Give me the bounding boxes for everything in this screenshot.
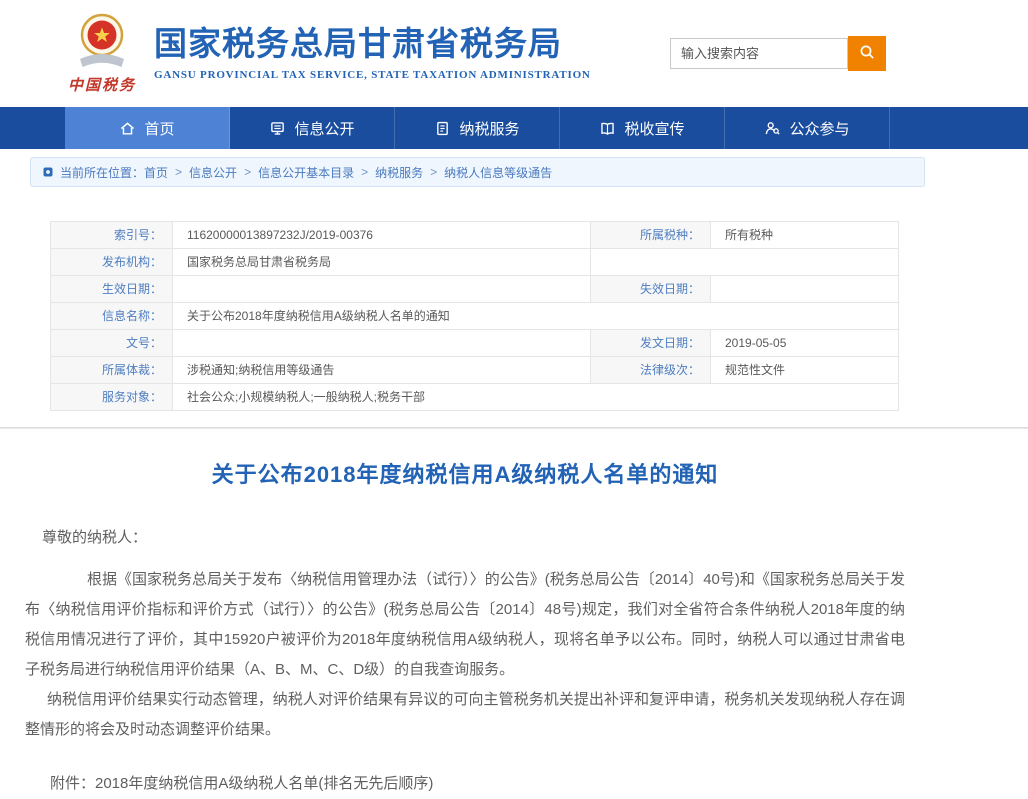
article-salutation: 尊敬的纳税人：	[25, 523, 905, 553]
meta-value-legal-level: 规范性文件	[711, 357, 899, 384]
breadcrumb-item-info-disclosure[interactable]: 信息公开	[189, 164, 237, 181]
nav-item-label: 税收宣传	[624, 118, 684, 139]
meta-value-index-number: 11620000013897232J/2019-00376	[173, 222, 591, 249]
home-icon	[119, 120, 136, 137]
meta-value-issuing-agency: 国家税务总局甘肃省税务局	[173, 249, 591, 276]
tax-service-icon	[434, 120, 451, 137]
meta-value-genre: 涉税通知;纳税信用等级通告	[173, 357, 591, 384]
meta-value-issue-date: 2019-05-05	[711, 330, 899, 357]
meta-label-genre: 所属体裁：	[51, 357, 173, 384]
breadcrumb: 当前所在位置： 首页 > 信息公开 > 信息公开基本目录 > 纳税服务 > 纳税…	[30, 157, 925, 187]
breadcrumb-wrap: 当前所在位置： 首页 > 信息公开 > 信息公开基本目录 > 纳税服务 > 纳税…	[0, 149, 1028, 187]
breadcrumb-prefix: 当前所在位置：	[60, 164, 144, 181]
meta-value-document-number	[173, 330, 591, 357]
meta-value-effective-date	[173, 276, 591, 303]
meta-label-expiry-date: 失效日期：	[591, 276, 711, 303]
info-disclosure-icon	[269, 120, 286, 137]
breadcrumb-separator: >	[430, 165, 437, 179]
meta-label-legal-level: 法律级次：	[591, 357, 711, 384]
site-subtitle: GANSU PROVINCIAL TAX SERVICE, STATE TAXA…	[154, 69, 591, 81]
nav-item-tax-service[interactable]: 纳税服务	[395, 107, 560, 149]
meta-value-tax-category: 所有税种	[711, 222, 899, 249]
breadcrumb-item-credit-notice[interactable]: 纳税人信息等级通告	[444, 164, 552, 181]
meta-label-document-number: 文号：	[51, 330, 173, 357]
nav-item-public-participation[interactable]: 公众参与	[725, 107, 890, 149]
meta-value-expiry-date	[711, 276, 899, 303]
meta-value-info-title: 关于公布2018年度纳税信用A级纳税人名单的通知	[173, 303, 899, 330]
meta-label-info-title: 信息名称：	[51, 303, 173, 330]
nav-item-label: 首页	[144, 118, 174, 139]
site-logo[interactable]: 中国税务	[60, 13, 144, 95]
article-paragraph: 纳税信用评价结果实行动态管理，纳税人对评价结果有异议的可向主管税务机关提出补评和…	[25, 685, 905, 745]
search-bar	[670, 36, 886, 71]
section-divider	[0, 427, 1028, 429]
breadcrumb-separator: >	[175, 165, 182, 179]
nav-item-tax-publicity[interactable]: 税收宣传	[560, 107, 725, 149]
logo-caption: 中国税务	[60, 74, 144, 95]
meta-label-effective-date: 生效日期：	[51, 276, 173, 303]
attachment-line: 附件：2018年度纳税信用A级纳税人名单(排名无先后顺序)	[25, 769, 905, 799]
nav-item-label: 纳税服务	[459, 118, 519, 139]
breadcrumb-item-tax-service[interactable]: 纳税服务	[375, 164, 423, 181]
public-participation-icon	[764, 120, 781, 137]
tax-emblem-icon	[66, 58, 138, 75]
meta-value-service-audience: 社会公众;小规模纳税人;一般纳税人;税务干部	[173, 384, 899, 411]
site-title: 国家税务总局甘肃省税务局	[154, 26, 591, 62]
meta-label-tax-category: 所属税种：	[591, 222, 711, 249]
empty-cell	[591, 249, 899, 276]
nav-spacer	[0, 107, 65, 149]
search-icon	[859, 44, 876, 64]
breadcrumb-separator: >	[361, 165, 368, 179]
site-titles: 国家税务总局甘肃省税务局 GANSU PROVINCIAL TAX SERVIC…	[154, 26, 591, 80]
tax-publicity-icon	[599, 120, 616, 137]
breadcrumb-separator: >	[244, 165, 251, 179]
article: 关于公布2018年度纳税信用A级纳税人名单的通知 尊敬的纳税人： 根据《国家税务…	[25, 457, 905, 799]
meta-label-issue-date: 发文日期：	[591, 330, 711, 357]
document-meta-table: 索引号： 11620000013897232J/2019-00376 所属税种：…	[50, 221, 899, 411]
breadcrumb-item-home[interactable]: 首页	[144, 164, 168, 181]
article-title: 关于公布2018年度纳税信用A级纳税人名单的通知	[25, 457, 905, 489]
nav-item-info-disclosure[interactable]: 信息公开	[230, 107, 395, 149]
search-button[interactable]	[848, 36, 886, 71]
meta-label-index-number: 索引号：	[51, 222, 173, 249]
nav-item-label: 信息公开	[294, 118, 354, 139]
meta-label-service-audience: 服务对象：	[51, 384, 173, 411]
nav-item-home[interactable]: 首页	[65, 107, 230, 149]
search-input[interactable]	[670, 38, 848, 69]
breadcrumb-item-info-catalog[interactable]: 信息公开基本目录	[258, 164, 354, 181]
main-nav: 首页 信息公开 纳税服务 税收宣传 公众参与	[0, 107, 1028, 149]
site-header: 中国税务 国家税务总局甘肃省税务局 GANSU PROVINCIAL TAX S…	[0, 0, 1028, 107]
nav-item-label: 公众参与	[789, 118, 849, 139]
meta-label-issuing-agency: 发布机构：	[51, 249, 173, 276]
article-paragraph: 根据《国家税务总局关于发布〈纳税信用管理办法（试行）〉的公告》(税务总局公告〔2…	[25, 565, 905, 685]
location-bullet-icon	[43, 167, 53, 177]
